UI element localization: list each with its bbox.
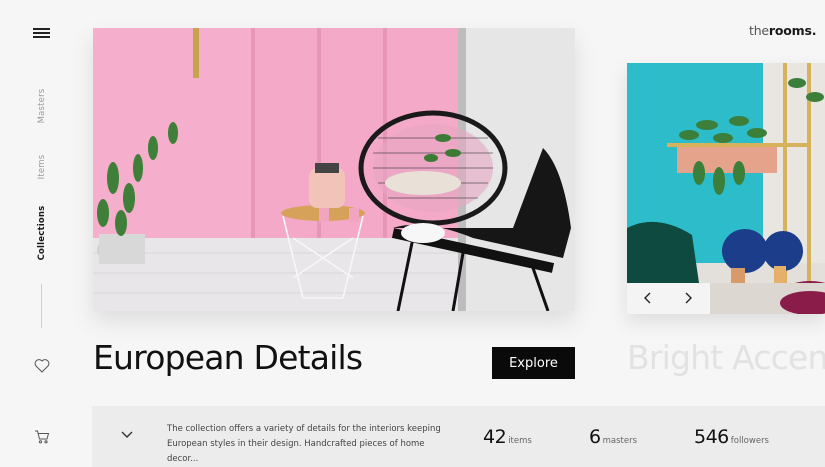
- explore-button[interactable]: Explore: [492, 347, 575, 379]
- stat-masters: 6 masters: [589, 426, 637, 448]
- logo-bold-text: rooms.: [768, 23, 817, 38]
- next-collection-image[interactable]: [627, 63, 825, 314]
- nav-masters[interactable]: Masters: [37, 89, 47, 124]
- sidebar: Masters Items Collections: [0, 0, 84, 467]
- collection-description: The collection offers a variety of detai…: [167, 424, 441, 464]
- carousel-controls: [627, 283, 710, 314]
- collection-hero-image[interactable]: [93, 28, 575, 311]
- stat-followers-label: followers: [730, 436, 769, 446]
- next-collection-title[interactable]: Bright Accent: [627, 338, 825, 377]
- cart-icon[interactable]: [34, 429, 50, 444]
- nav-collections[interactable]: Collections: [37, 206, 47, 261]
- chevron-left-icon[interactable]: [639, 290, 657, 306]
- chevron-right-icon[interactable]: [679, 290, 697, 306]
- nav-items[interactable]: Items: [37, 155, 47, 180]
- stat-masters-label: masters: [602, 436, 637, 446]
- stat-items-label: items: [508, 436, 532, 446]
- stat-items: 42 items: [483, 426, 532, 448]
- stat-followers: 546 followers: [694, 426, 769, 448]
- active-indicator-line: [41, 284, 42, 328]
- brand-logo[interactable]: therooms.: [749, 23, 816, 38]
- collection-title: European Details: [93, 338, 363, 377]
- stat-followers-value: 546: [694, 426, 729, 448]
- logo-thin-text: the: [749, 23, 769, 38]
- stat-items-value: 42: [483, 426, 507, 448]
- stat-masters-value: 6: [589, 426, 601, 448]
- chevron-down-icon[interactable]: [120, 430, 134, 440]
- heart-icon[interactable]: [34, 358, 50, 373]
- collection-info-bar: The collection offers a variety of detai…: [92, 406, 825, 467]
- menu-icon[interactable]: [33, 28, 50, 38]
